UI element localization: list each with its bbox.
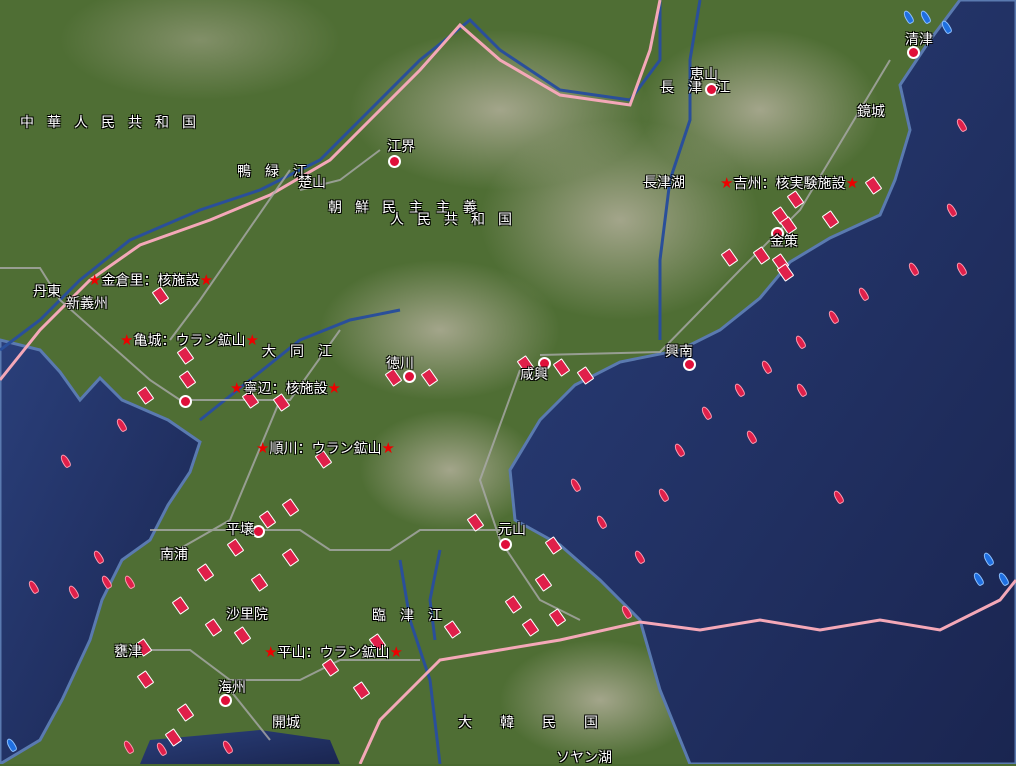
facility-name: 亀城：ウラン鉱山 xyxy=(133,333,246,349)
city-hyesan[interactable]: 恵山 xyxy=(690,67,718,83)
city-kimchaek[interactable]: 金策 xyxy=(770,234,798,250)
city-ongjin[interactable]: 甕津 xyxy=(114,644,142,660)
facility-name: 寧辺：核施設 xyxy=(243,381,328,397)
star-icon: ★ xyxy=(720,174,734,192)
country-label-china: 中華人民共和国 xyxy=(20,115,209,131)
facility-kilju[interactable]: ★吉州：核実験施設★ xyxy=(720,175,859,192)
facility-sunchon[interactable]: ★順川：ウラン鉱山★ xyxy=(256,440,395,457)
facility-name: 平山：ウラン鉱山 xyxy=(277,645,390,661)
star-icon: ★ xyxy=(327,379,341,397)
facility-kusong[interactable]: ★亀城：ウラン鉱山★ xyxy=(120,332,259,349)
port-icon[interactable] xyxy=(499,538,512,551)
port-icon[interactable] xyxy=(388,155,401,168)
city-kyongsong[interactable]: 鏡城 xyxy=(857,104,885,120)
city-wonsan[interactable]: 元山 xyxy=(498,522,526,538)
city-kaesong[interactable]: 開城 xyxy=(272,715,300,731)
city-pyongyang[interactable]: 平壌 xyxy=(226,522,254,538)
star-icon: ★ xyxy=(230,379,244,397)
star-icon: ★ xyxy=(845,174,859,192)
city-sariwon[interactable]: 沙里院 xyxy=(226,607,268,623)
city-haeju[interactable]: 海州 xyxy=(218,680,246,696)
star-icon: ★ xyxy=(256,439,270,457)
facility-name: 順川：ウラン鉱山 xyxy=(269,441,382,457)
star-icon: ★ xyxy=(381,439,395,457)
facility-name: 金倉里：核施設 xyxy=(101,273,200,289)
country-label-south-korea: 大韓民国 xyxy=(458,715,626,731)
lake-label-changjin: 長津湖 xyxy=(643,175,685,191)
city-kanggye[interactable]: 江界 xyxy=(387,139,415,155)
city-hamhung[interactable]: 咸興 xyxy=(520,367,548,383)
facility-yongbyon[interactable]: ★寧辺：核施設★ xyxy=(230,380,341,397)
river-label-imjin: 臨津江 xyxy=(372,608,456,624)
city-sinuiju[interactable]: 新義州 xyxy=(66,296,108,312)
star-icon: ★ xyxy=(389,643,403,661)
star-icon: ★ xyxy=(199,271,213,289)
star-icon: ★ xyxy=(120,331,134,349)
river-label-taedong: 大同江 xyxy=(262,344,346,360)
port-icon[interactable] xyxy=(179,395,192,408)
city-dandong[interactable]: 丹東 xyxy=(33,284,61,300)
city-tokchon[interactable]: 徳川 xyxy=(386,356,414,372)
city-chosan[interactable]: 楚山 xyxy=(298,175,326,191)
city-nampo[interactable]: 南浦 xyxy=(160,547,188,563)
facility-pyongsan[interactable]: ★平山：ウラン鉱山★ xyxy=(264,644,403,661)
star-icon: ★ xyxy=(264,643,278,661)
country-label-north-korea-2: 人民共和国 xyxy=(390,212,525,228)
city-hungnam[interactable]: 興南 xyxy=(665,344,693,360)
city-chongjin[interactable]: 清津 xyxy=(905,32,933,48)
star-icon: ★ xyxy=(245,331,259,349)
facility-name: 吉州：核実験施設 xyxy=(733,176,846,192)
facility-kumchangri[interactable]: ★金倉里：核施設★ xyxy=(88,272,213,289)
star-icon: ★ xyxy=(88,271,102,289)
